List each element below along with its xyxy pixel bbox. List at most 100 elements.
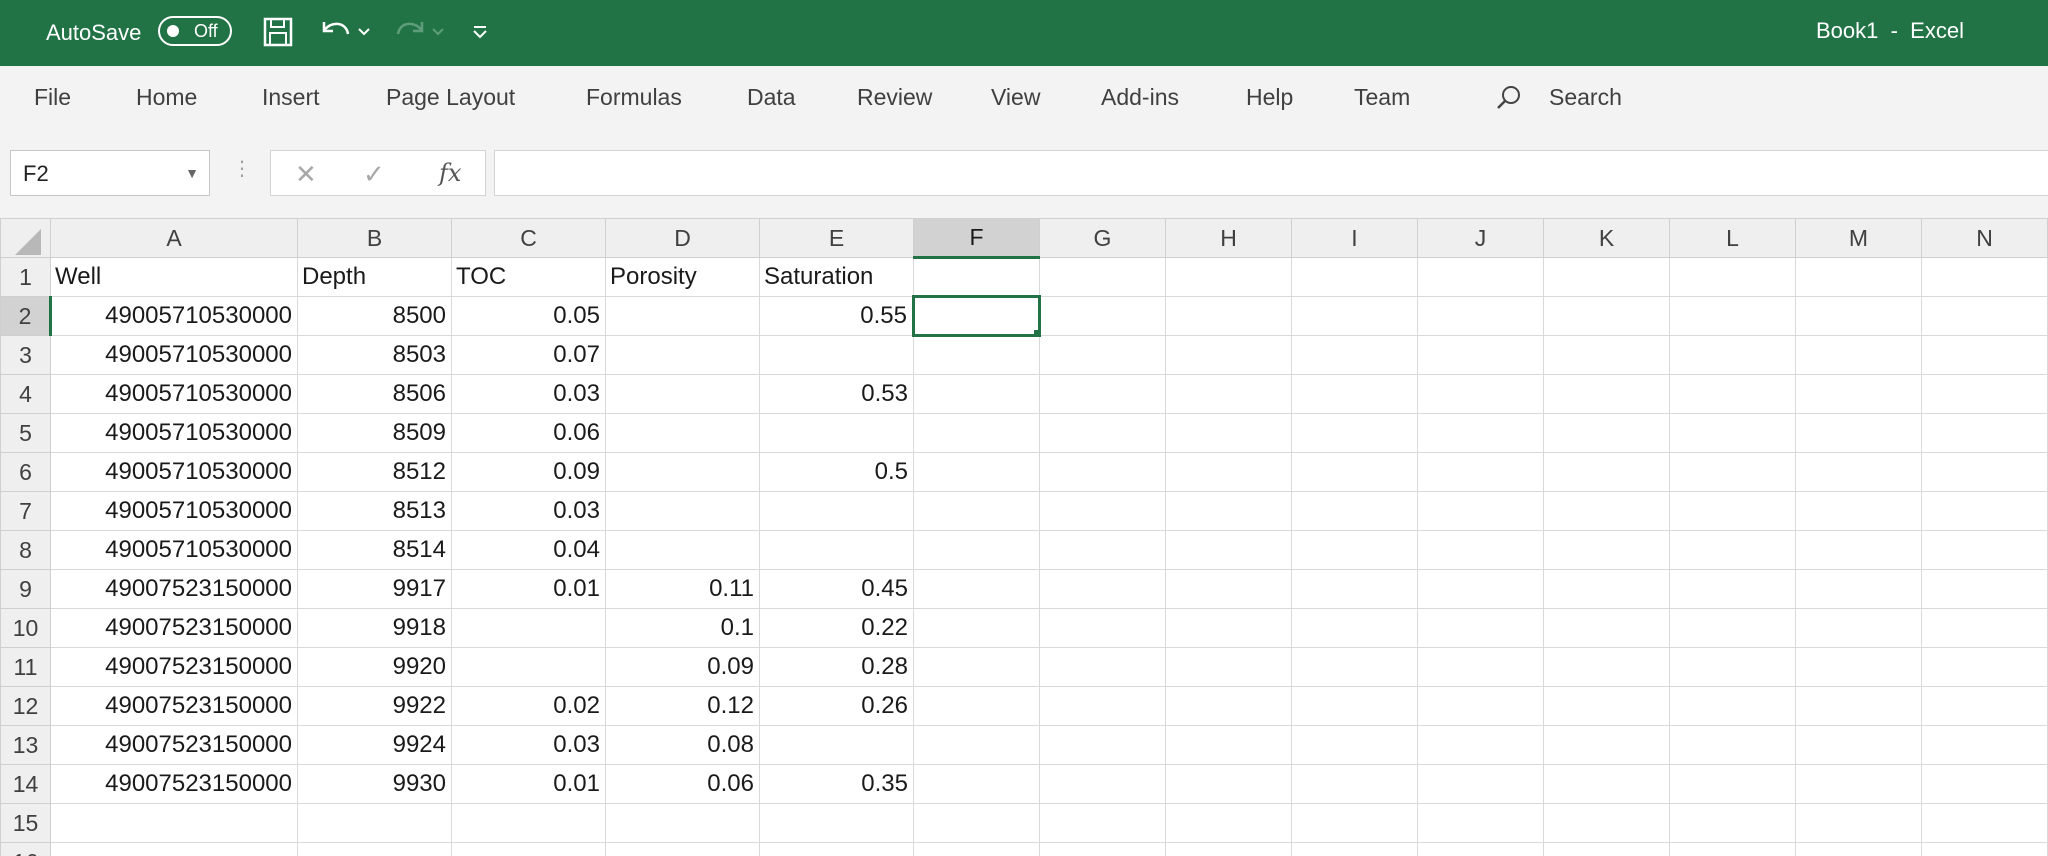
cell-j3[interactable]	[1417, 335, 1544, 375]
cell-d1[interactable]: Porosity	[605, 257, 760, 297]
cell-m10[interactable]	[1795, 608, 1922, 648]
cell-g5[interactable]	[1039, 413, 1166, 453]
cell-d13[interactable]: 0.08	[605, 725, 760, 765]
cell-m2[interactable]	[1795, 296, 1922, 336]
row-header-1[interactable]: 1	[0, 257, 51, 297]
cell-h11[interactable]	[1165, 647, 1292, 687]
row-header-6[interactable]: 6	[0, 452, 51, 492]
cell-j4[interactable]	[1417, 374, 1544, 414]
cell-h1[interactable]	[1165, 257, 1292, 297]
cell-g15[interactable]	[1039, 803, 1166, 843]
cell-m8[interactable]	[1795, 530, 1922, 570]
cell-f12[interactable]	[913, 686, 1040, 726]
cell-l16[interactable]	[1669, 842, 1796, 856]
cell-a6[interactable]: 49005710530000	[50, 452, 298, 492]
cell-j15[interactable]	[1417, 803, 1544, 843]
cell-c2[interactable]: 0.05	[451, 296, 606, 336]
cell-e12[interactable]: 0.26	[759, 686, 914, 726]
cell-n15[interactable]	[1921, 803, 2048, 843]
cell-c10[interactable]	[451, 608, 606, 648]
cell-i11[interactable]	[1291, 647, 1418, 687]
cell-e8[interactable]	[759, 530, 914, 570]
column-header-d[interactable]: D	[605, 218, 760, 258]
cell-k15[interactable]	[1543, 803, 1670, 843]
cell-d16[interactable]	[605, 842, 760, 856]
cell-g14[interactable]	[1039, 764, 1166, 804]
cell-g7[interactable]	[1039, 491, 1166, 531]
cell-i7[interactable]	[1291, 491, 1418, 531]
cell-l1[interactable]	[1669, 257, 1796, 297]
cell-m13[interactable]	[1795, 725, 1922, 765]
cell-g11[interactable]	[1039, 647, 1166, 687]
cell-m3[interactable]	[1795, 335, 1922, 375]
cell-k12[interactable]	[1543, 686, 1670, 726]
cell-c13[interactable]: 0.03	[451, 725, 606, 765]
cell-g6[interactable]	[1039, 452, 1166, 492]
cell-k13[interactable]	[1543, 725, 1670, 765]
cell-j5[interactable]	[1417, 413, 1544, 453]
cell-g2[interactable]	[1039, 296, 1166, 336]
fill-handle[interactable]	[1033, 329, 1037, 333]
cell-k4[interactable]	[1543, 374, 1670, 414]
cell-j6[interactable]	[1417, 452, 1544, 492]
cell-h6[interactable]	[1165, 452, 1292, 492]
cell-i13[interactable]	[1291, 725, 1418, 765]
cell-h7[interactable]	[1165, 491, 1292, 531]
cell-j1[interactable]	[1417, 257, 1544, 297]
cell-b1[interactable]: Depth	[297, 257, 452, 297]
cell-a5[interactable]: 49005710530000	[50, 413, 298, 453]
cell-c15[interactable]	[451, 803, 606, 843]
cell-b3[interactable]: 8503	[297, 335, 452, 375]
cell-b14[interactable]: 9930	[297, 764, 452, 804]
cell-k10[interactable]	[1543, 608, 1670, 648]
cell-f4[interactable]	[913, 374, 1040, 414]
row-header-3[interactable]: 3	[0, 335, 51, 375]
cell-l3[interactable]	[1669, 335, 1796, 375]
row-header-13[interactable]: 13	[0, 725, 51, 765]
cell-l10[interactable]	[1669, 608, 1796, 648]
cell-n2[interactable]	[1921, 296, 2048, 336]
cell-f13[interactable]	[913, 725, 1040, 765]
cell-j10[interactable]	[1417, 608, 1544, 648]
cell-e5[interactable]	[759, 413, 914, 453]
cell-h9[interactable]	[1165, 569, 1292, 609]
row-header-12[interactable]: 12	[0, 686, 51, 726]
cell-i6[interactable]	[1291, 452, 1418, 492]
cell-d12[interactable]: 0.12	[605, 686, 760, 726]
row-header-14[interactable]: 14	[0, 764, 51, 804]
column-header-b[interactable]: B	[297, 218, 452, 258]
cell-f6[interactable]	[913, 452, 1040, 492]
cell-l11[interactable]	[1669, 647, 1796, 687]
tab-data[interactable]: Data	[747, 84, 796, 111]
cell-l13[interactable]	[1669, 725, 1796, 765]
cell-n8[interactable]	[1921, 530, 2048, 570]
row-header-10[interactable]: 10	[0, 608, 51, 648]
cell-b6[interactable]: 8512	[297, 452, 452, 492]
cell-e13[interactable]	[759, 725, 914, 765]
cell-j2[interactable]	[1417, 296, 1544, 336]
cell-k16[interactable]	[1543, 842, 1670, 856]
cell-a9[interactable]: 49007523150000	[50, 569, 298, 609]
cell-a8[interactable]: 49005710530000	[50, 530, 298, 570]
cell-b10[interactable]: 9918	[297, 608, 452, 648]
cell-i5[interactable]	[1291, 413, 1418, 453]
column-header-g[interactable]: G	[1039, 218, 1166, 258]
cell-e14[interactable]: 0.35	[759, 764, 914, 804]
cell-l7[interactable]	[1669, 491, 1796, 531]
cell-n3[interactable]	[1921, 335, 2048, 375]
cell-k9[interactable]	[1543, 569, 1670, 609]
row-header-5[interactable]: 5	[0, 413, 51, 453]
cell-k2[interactable]	[1543, 296, 1670, 336]
column-header-m[interactable]: M	[1795, 218, 1922, 258]
cell-j12[interactable]	[1417, 686, 1544, 726]
cell-l15[interactable]	[1669, 803, 1796, 843]
cell-g9[interactable]	[1039, 569, 1166, 609]
cell-i15[interactable]	[1291, 803, 1418, 843]
cell-j9[interactable]	[1417, 569, 1544, 609]
row-header-16[interactable]: 16	[0, 842, 51, 856]
cell-g13[interactable]	[1039, 725, 1166, 765]
cell-k6[interactable]	[1543, 452, 1670, 492]
cell-h3[interactable]	[1165, 335, 1292, 375]
cell-h15[interactable]	[1165, 803, 1292, 843]
cell-k5[interactable]	[1543, 413, 1670, 453]
